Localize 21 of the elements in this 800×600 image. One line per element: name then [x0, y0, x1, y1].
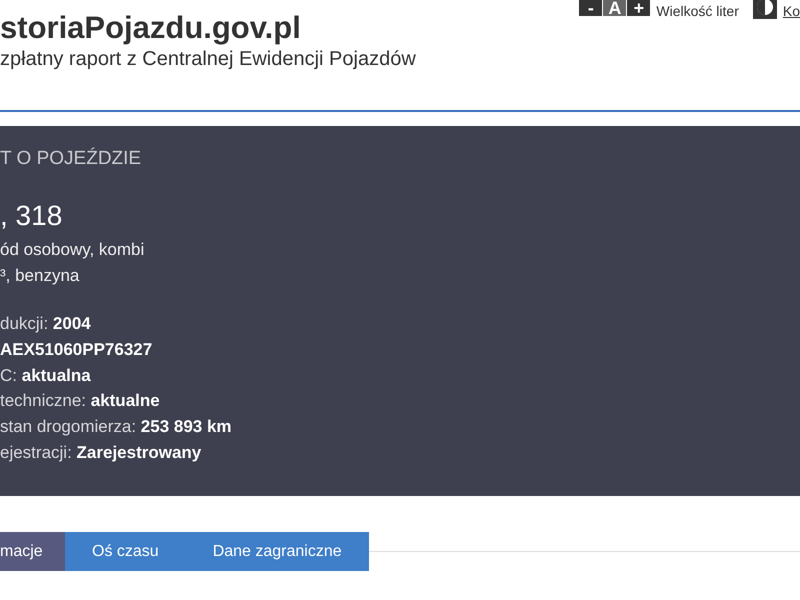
panel-heading: T O POJEŹDZIE: [0, 147, 142, 171]
contrast-link[interactable]: Ko: [782, 3, 800, 19]
vehicle-detail: stan drogomierza: 253 893 km: [0, 416, 233, 438]
font-size-button[interactable]: +: [627, 0, 650, 16]
site-subtitle: zpłatny raport z Centralnej Ewidencji Pojazdów: [0, 47, 416, 72]
contrast-icon[interactable]: [752, 0, 777, 19]
font-size-label: Wielkość liter: [656, 3, 739, 19]
vehicle-detail: C: aktualna: [0, 364, 92, 387]
vehicle-model: , 318: [0, 199, 64, 233]
tab[interactable]: Oś czasu: [65, 532, 186, 571]
vehicle-detail: dukcji: 2004: [0, 313, 92, 335]
vehicle-detail: AEX51060PP76327: [0, 338, 154, 361]
tab[interactable]: Dane zagraniczne: [186, 532, 369, 571]
vehicle-description: ód osobowy, kombi: [0, 239, 146, 261]
font-size-button[interactable]: A: [603, 0, 626, 16]
vehicle-detail: techniczne: aktualne: [0, 390, 161, 412]
vehicle-description: ³, benzyna: [0, 265, 80, 287]
vehicle-detail: ejestracji: Zarejestrowany: [0, 442, 202, 464]
site-title: storiaPojazdu.gov.pl: [0, 10, 302, 46]
font-size-button[interactable]: -: [579, 0, 602, 16]
tab[interactable]: macje: [0, 532, 65, 571]
